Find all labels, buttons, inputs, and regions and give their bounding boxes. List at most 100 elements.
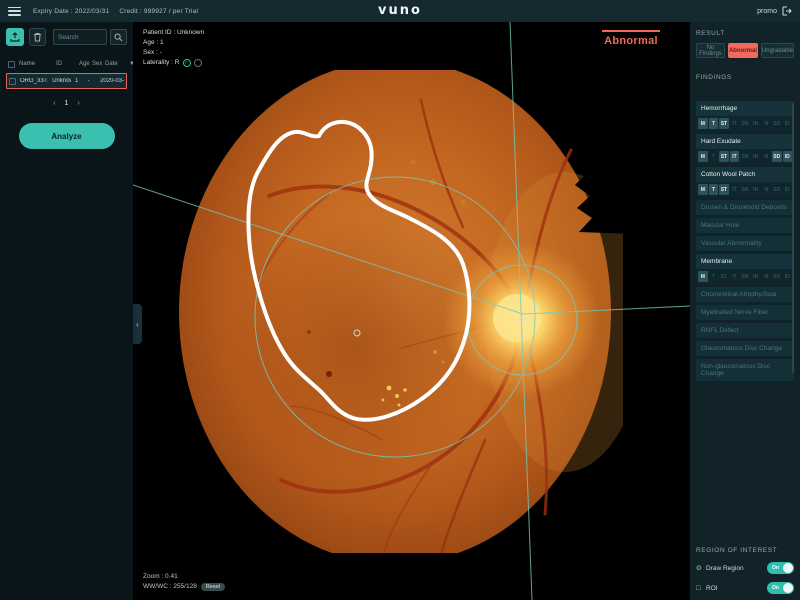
result-abnormal-button[interactable]: Abnormal xyxy=(728,43,758,58)
laterality-right-icon[interactable]: ✓ xyxy=(183,59,191,67)
search-icon xyxy=(114,33,123,42)
location-chip-t[interactable]: T xyxy=(709,184,719,195)
trash-icon xyxy=(33,32,42,42)
menu-icon[interactable] xyxy=(8,7,21,16)
search-input[interactable] xyxy=(53,29,107,45)
search-button[interactable] xyxy=(110,29,127,45)
location-chip-t[interactable]: T xyxy=(709,151,719,162)
location-chip-it[interactable]: IT xyxy=(730,184,740,195)
logout-icon[interactable] xyxy=(782,6,792,16)
roi-toggle[interactable]: On xyxy=(767,582,794,594)
next-page-button[interactable]: › xyxy=(77,100,79,107)
finding-label: Cotton Wool Patch xyxy=(696,167,794,182)
finding-myelinated-nerve-fiber[interactable]: Myelinated Nerve Fiber xyxy=(696,305,794,320)
location-chip-in[interactable]: IN xyxy=(751,271,761,282)
location-chip-t[interactable]: T xyxy=(709,118,719,129)
analyze-button[interactable]: Analyze xyxy=(19,123,115,149)
roi-label: Draw Region xyxy=(706,565,744,572)
select-all-checkbox[interactable] xyxy=(8,61,15,68)
location-chip-id[interactable]: ID xyxy=(783,184,793,195)
column-header-date[interactable]: Date xyxy=(105,61,129,67)
table-row[interactable]: ORG_337.jpg Unknown 1 - 2020-03-27 xyxy=(6,73,127,89)
location-chip-in[interactable]: IN xyxy=(751,151,761,162)
abnormal-badge: Abnormal xyxy=(602,30,660,47)
viewer-status-overlay: Zoom : 0.41 WW/WC : 255/128 Reset xyxy=(143,572,225,592)
location-chip-id[interactable]: ID xyxy=(783,271,793,282)
result-no-findings-button[interactable]: No Findings xyxy=(696,43,725,58)
location-chip-m[interactable]: M xyxy=(698,151,708,162)
column-header-name[interactable]: Name xyxy=(19,61,56,67)
draw-region-icon: ⊙ xyxy=(696,564,706,572)
location-chip-m[interactable]: M xyxy=(698,271,708,282)
finding-label: Hard Exudate xyxy=(696,134,794,149)
location-chip-st[interactable]: ST xyxy=(719,118,729,129)
location-chip-n[interactable]: N xyxy=(761,118,771,129)
location-chip-n[interactable]: N xyxy=(761,271,771,282)
sidebar-collapse-handle[interactable]: ‹ xyxy=(133,304,142,344)
location-chip-st[interactable]: ST xyxy=(719,271,729,282)
location-chip-n[interactable]: N xyxy=(761,184,771,195)
location-chip-sd[interactable]: SD xyxy=(772,151,782,162)
location-chip-sn[interactable]: SN xyxy=(740,118,750,129)
delete-button[interactable] xyxy=(29,28,47,46)
window-level: WW/WC : 255/128 xyxy=(143,582,197,592)
location-chip-sd[interactable]: SD xyxy=(772,184,782,195)
row-checkbox[interactable] xyxy=(9,78,16,85)
license-info: Expiry Date : 2022/03/31 Credit : 999927… xyxy=(33,8,198,15)
prev-page-button[interactable]: ‹ xyxy=(53,100,55,107)
image-viewer[interactable]: Patient ID : Unknown Age : 1 Sex : - Lat… xyxy=(133,22,690,600)
location-chip-sn[interactable]: SN xyxy=(740,271,750,282)
roi-rows: ⊙ Draw Region On □ ROI On xyxy=(696,562,794,594)
location-chip-sn[interactable]: SN xyxy=(740,151,750,162)
location-chip-it[interactable]: IT xyxy=(730,118,740,129)
finding-non-glaucomatous-disc-change[interactable]: Non-glaucomatous Disc Change xyxy=(696,359,794,381)
finding-cotton-wool-patch[interactable]: Cotton Wool Patch MTSTITSNINNSDID xyxy=(696,167,794,197)
roi-icon: □ xyxy=(696,585,706,592)
current-page[interactable]: 1 xyxy=(65,100,69,107)
finding-macular-hole[interactable]: Macular Hole xyxy=(696,218,794,233)
finding-chorioretinal-atrophy-scar[interactable]: Chorioretinal Atrophy/Scar xyxy=(696,287,794,302)
table-headers: NameIDAgeSexDate xyxy=(19,61,129,67)
location-chip-m[interactable]: M xyxy=(698,118,708,129)
finding-rnfl-defect[interactable]: RNFL Defect xyxy=(696,323,794,338)
location-chip-st[interactable]: ST xyxy=(719,184,729,195)
result-panel: RESULT No FindingsAbnormalUngradable FIN… xyxy=(690,22,800,600)
laterality-label: Laterality : R xyxy=(143,58,180,68)
location-chip-it[interactable]: IT xyxy=(730,151,740,162)
findings-scrollbar[interactable] xyxy=(792,103,794,373)
finding-glaucomatous-disc-change[interactable]: Glaucomatous Disc Change xyxy=(696,341,794,356)
finding-vascular-abnormality[interactable]: Vascular Abnormality xyxy=(696,236,794,251)
location-chip-sn[interactable]: SN xyxy=(740,184,750,195)
location-chip-t[interactable]: T xyxy=(709,271,719,282)
column-header-sex[interactable]: Sex xyxy=(92,61,105,67)
finding-hemorrhage[interactable]: HemorrhageMTSTITSNINNSDID xyxy=(696,101,794,131)
location-chip-in[interactable]: IN xyxy=(751,118,761,129)
finding-drusen-drusenoid-deposits[interactable]: Drusen & Drusenoid Deposits xyxy=(696,200,794,215)
result-ungradable-button[interactable]: Ungradable xyxy=(761,43,794,58)
location-chip-m[interactable]: M xyxy=(698,184,708,195)
finding-membrane[interactable]: MembraneMTSTITSNINNSDID xyxy=(696,254,794,284)
cell-id: Unknown xyxy=(52,78,71,84)
laterality-left-icon[interactable] xyxy=(194,59,202,67)
draw-region-toggle[interactable]: On xyxy=(767,562,794,574)
location-chip-sd[interactable]: SD xyxy=(772,271,782,282)
location-chip-sd[interactable]: SD xyxy=(772,118,782,129)
location-chip-id[interactable]: ID xyxy=(783,118,793,129)
location-chip-it[interactable]: IT xyxy=(730,271,740,282)
reset-button[interactable]: Reset xyxy=(201,583,225,591)
file-table-body: ORG_337.jpg Unknown 1 - 2020-03-27 xyxy=(6,73,127,89)
finding-hard-exudate[interactable]: Hard Exudate MTSTITSNINNSDID xyxy=(696,134,794,164)
column-header-age[interactable]: Age xyxy=(79,61,92,67)
location-chip-in[interactable]: IN xyxy=(751,184,761,195)
column-header-id[interactable]: ID xyxy=(56,61,79,67)
location-chip-id[interactable]: ID xyxy=(783,151,793,162)
location-chip-st[interactable]: ST xyxy=(719,151,729,162)
username: promo xyxy=(757,8,777,15)
location-chip-n[interactable]: N xyxy=(761,151,771,162)
location-chips: MTSTITSNINNSDID xyxy=(696,116,794,131)
roi-section: REGION OF INTEREST ⊙ Draw Region On □ RO… xyxy=(696,547,794,594)
upload-button[interactable] xyxy=(6,28,24,46)
findings-list: HemorrhageMTSTITSNINNSDID Hard ExudateMT… xyxy=(696,101,794,381)
vuno-logo: vuno xyxy=(378,3,422,18)
result-buttons: No FindingsAbnormalUngradable xyxy=(696,43,794,58)
